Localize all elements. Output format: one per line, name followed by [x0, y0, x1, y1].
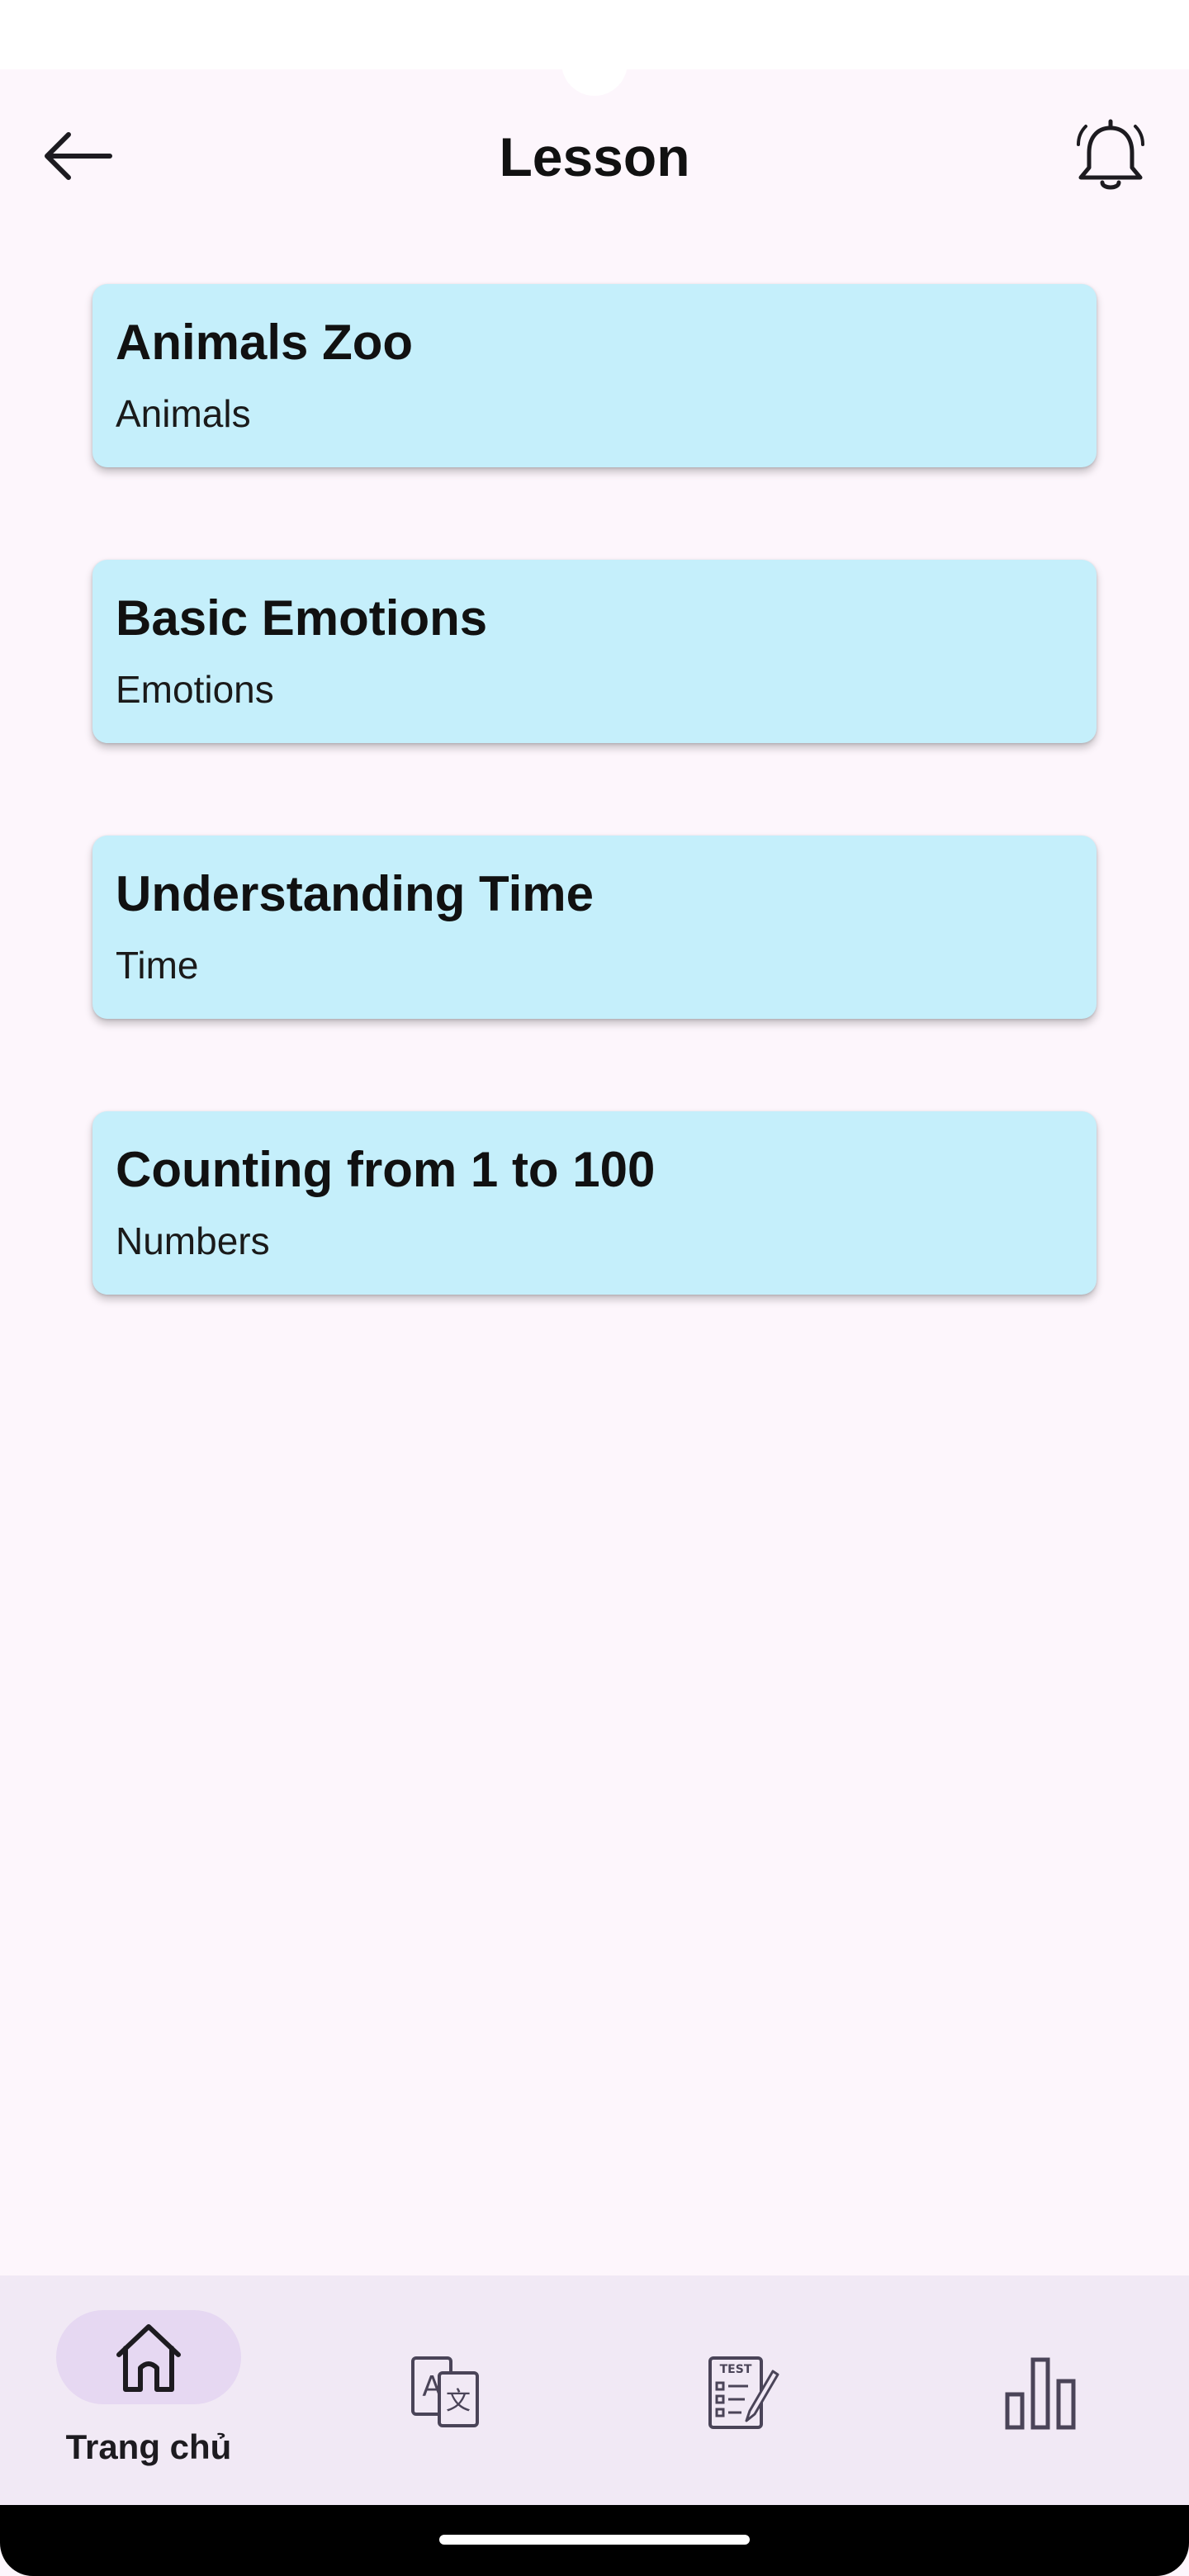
lesson-title: Animals Zoo	[116, 315, 414, 370]
lesson-title: Counting from 1 to 100	[116, 1142, 656, 1197]
lesson-card[interactable]: Understanding Time Time	[92, 836, 1097, 1019]
translate-icon: A 文	[405, 2351, 487, 2434]
page-title: Lesson	[499, 126, 690, 187]
nav-item-stats[interactable]	[892, 2275, 1189, 2505]
lesson-title: Understanding Time	[116, 866, 594, 921]
notification-button[interactable]	[1065, 111, 1156, 201]
app-bar: Lesson	[0, 69, 1189, 243]
lesson-category: Emotions	[116, 668, 274, 711]
bottom-navigation: Trang chủ A 文 TEST	[0, 2275, 1189, 2505]
lesson-card[interactable]: Basic Emotions Emotions	[92, 560, 1097, 743]
nav-label-home: Trang chủ	[65, 2427, 232, 2466]
svg-text:文: 文	[446, 2387, 471, 2416]
lesson-category: Animals	[116, 392, 251, 435]
bar-chart-icon	[999, 2351, 1082, 2434]
lesson-title: Basic Emotions	[116, 590, 488, 646]
lesson-list: Animals Zoo Animals Basic Emotions Emoti…	[92, 284, 1097, 1387]
nav-item-home[interactable]: Trang chủ	[0, 2275, 297, 2505]
bell-icon	[1077, 119, 1144, 190]
test-icon: TEST	[702, 2351, 784, 2434]
lesson-category: Time	[116, 944, 199, 987]
lesson-screen: Lesson Animals Zoo Animals Basic Emotion…	[0, 0, 1189, 2576]
nav-item-test[interactable]: TEST	[594, 2275, 892, 2505]
lesson-category: Numbers	[116, 1219, 270, 1262]
lesson-card[interactable]: Animals Zoo Animals	[92, 284, 1097, 467]
home-icon	[107, 2317, 190, 2399]
nav-item-translate[interactable]: A 文	[297, 2275, 594, 2505]
lesson-card[interactable]: Counting from 1 to 100 Numbers	[92, 1111, 1097, 1295]
svg-text:TEST: TEST	[720, 2363, 752, 2376]
gesture-bar	[0, 2505, 1189, 2576]
home-indicator[interactable]	[439, 2535, 750, 2545]
